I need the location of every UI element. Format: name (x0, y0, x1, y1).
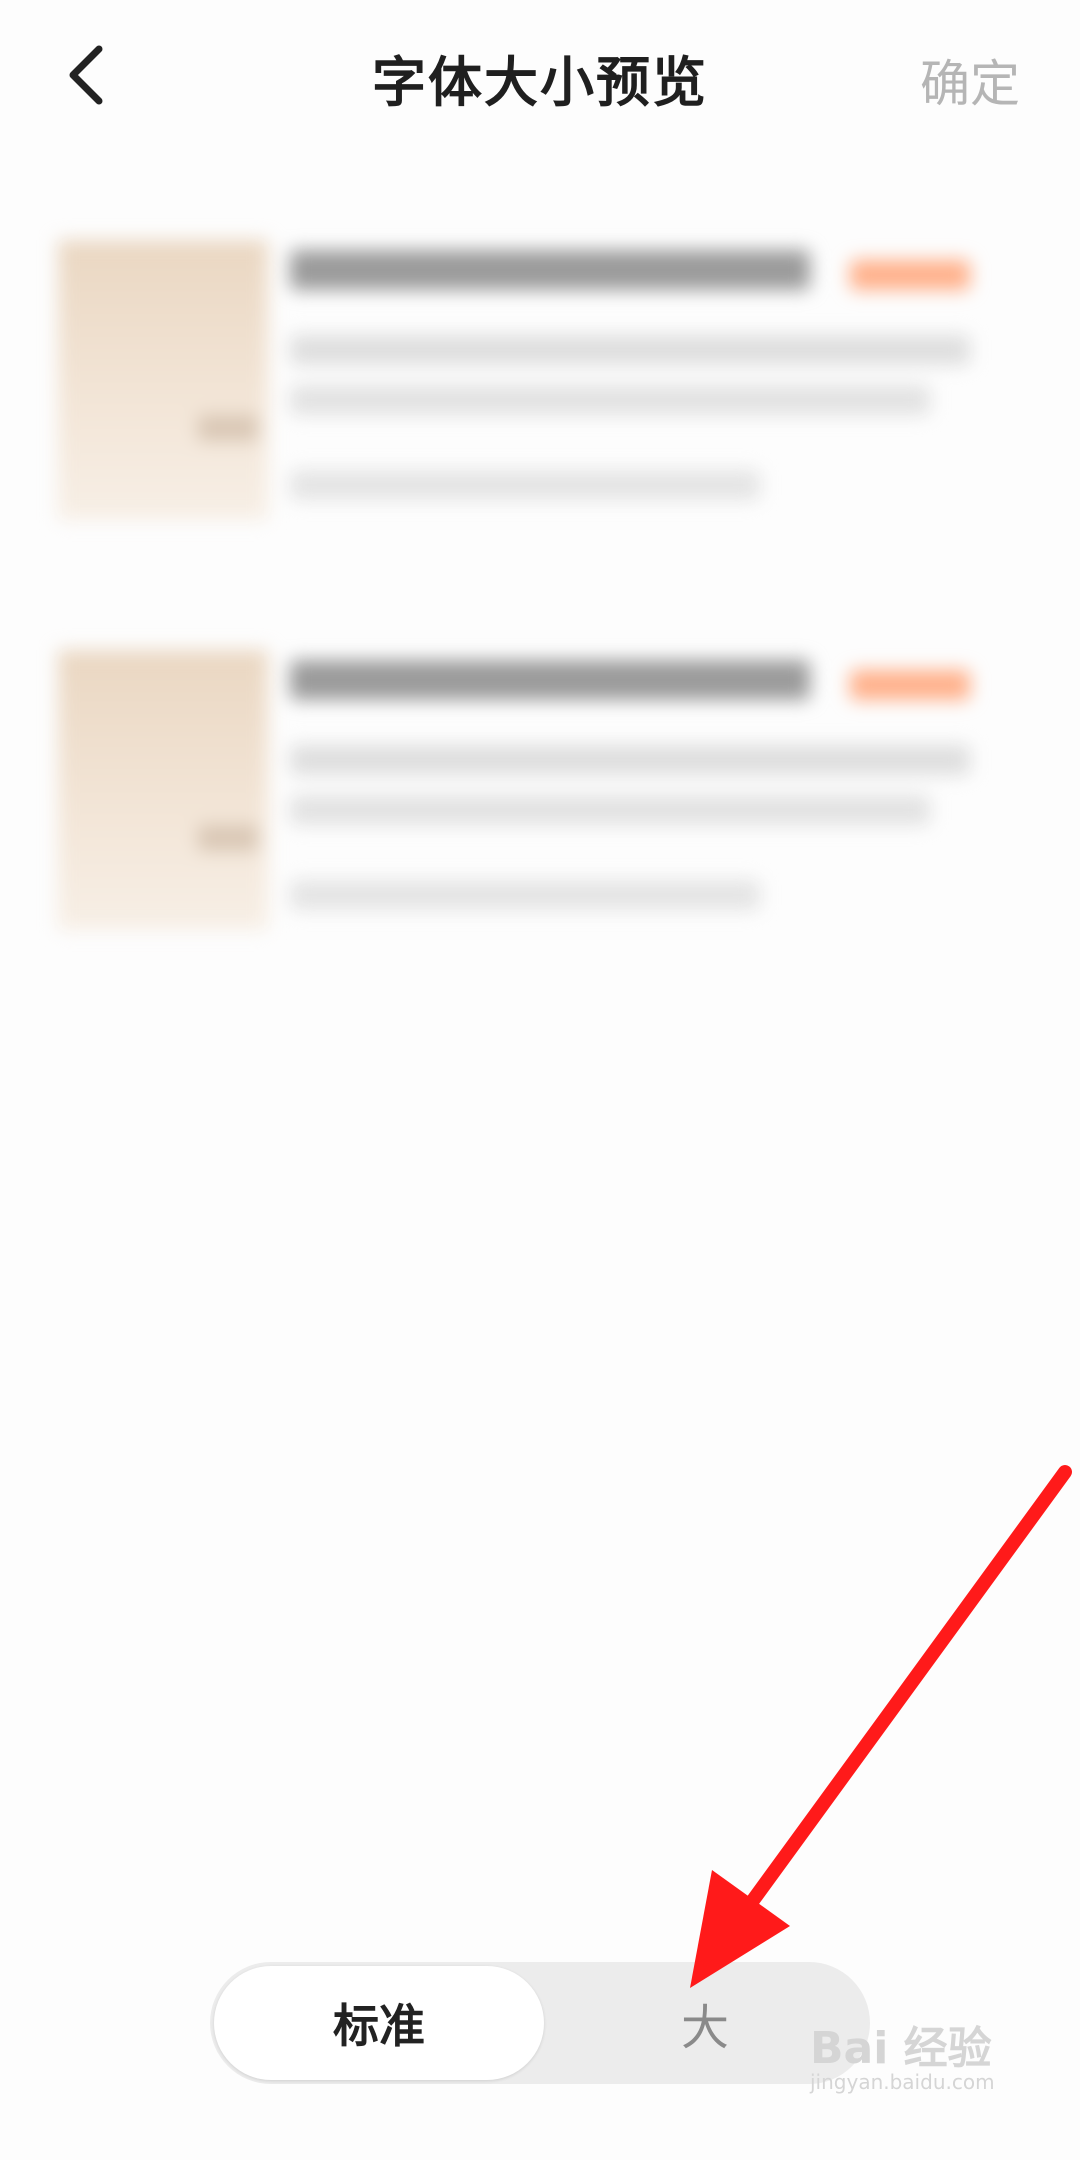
confirm-button[interactable]: 确定 (920, 44, 1020, 116)
preview-card (50, 610, 980, 940)
preview-text-line (290, 795, 930, 825)
preview-text-line (290, 335, 970, 365)
blurred-preview-list (0, 200, 1080, 1020)
preview-title-line (290, 660, 810, 700)
top-bar: 字体大小预览 确定 (0, 0, 1080, 150)
preview-meta-line (290, 470, 760, 500)
font-size-segmented-control: 标准 大 (210, 1962, 870, 2084)
baidu-jingyan-watermark: Bai 经验 jingyan.baidu.com (810, 2012, 1020, 2122)
font-size-preview-page: 字体大小预览 确定 标准 大 Bai 经验 jingyan.baidu.com (0, 0, 1080, 2160)
preview-badge (850, 670, 970, 700)
font-size-standard-option[interactable]: 标准 (214, 1966, 544, 2080)
preview-thumbnail (58, 650, 268, 930)
preview-badge (850, 260, 970, 290)
preview-text-line (290, 745, 970, 775)
preview-meta-line (290, 880, 760, 910)
watermark-url-text: jingyan.baidu.com (810, 2070, 995, 2094)
page-title: 字体大小预览 (372, 51, 708, 114)
thumbnail-mark (198, 415, 258, 441)
preview-title-line (290, 250, 810, 290)
thumbnail-mark (198, 825, 258, 851)
watermark-main-text: Bai 经验 (810, 2023, 992, 2074)
preview-thumbnail (58, 240, 268, 520)
preview-card (50, 200, 980, 530)
preview-text-line (290, 385, 930, 415)
